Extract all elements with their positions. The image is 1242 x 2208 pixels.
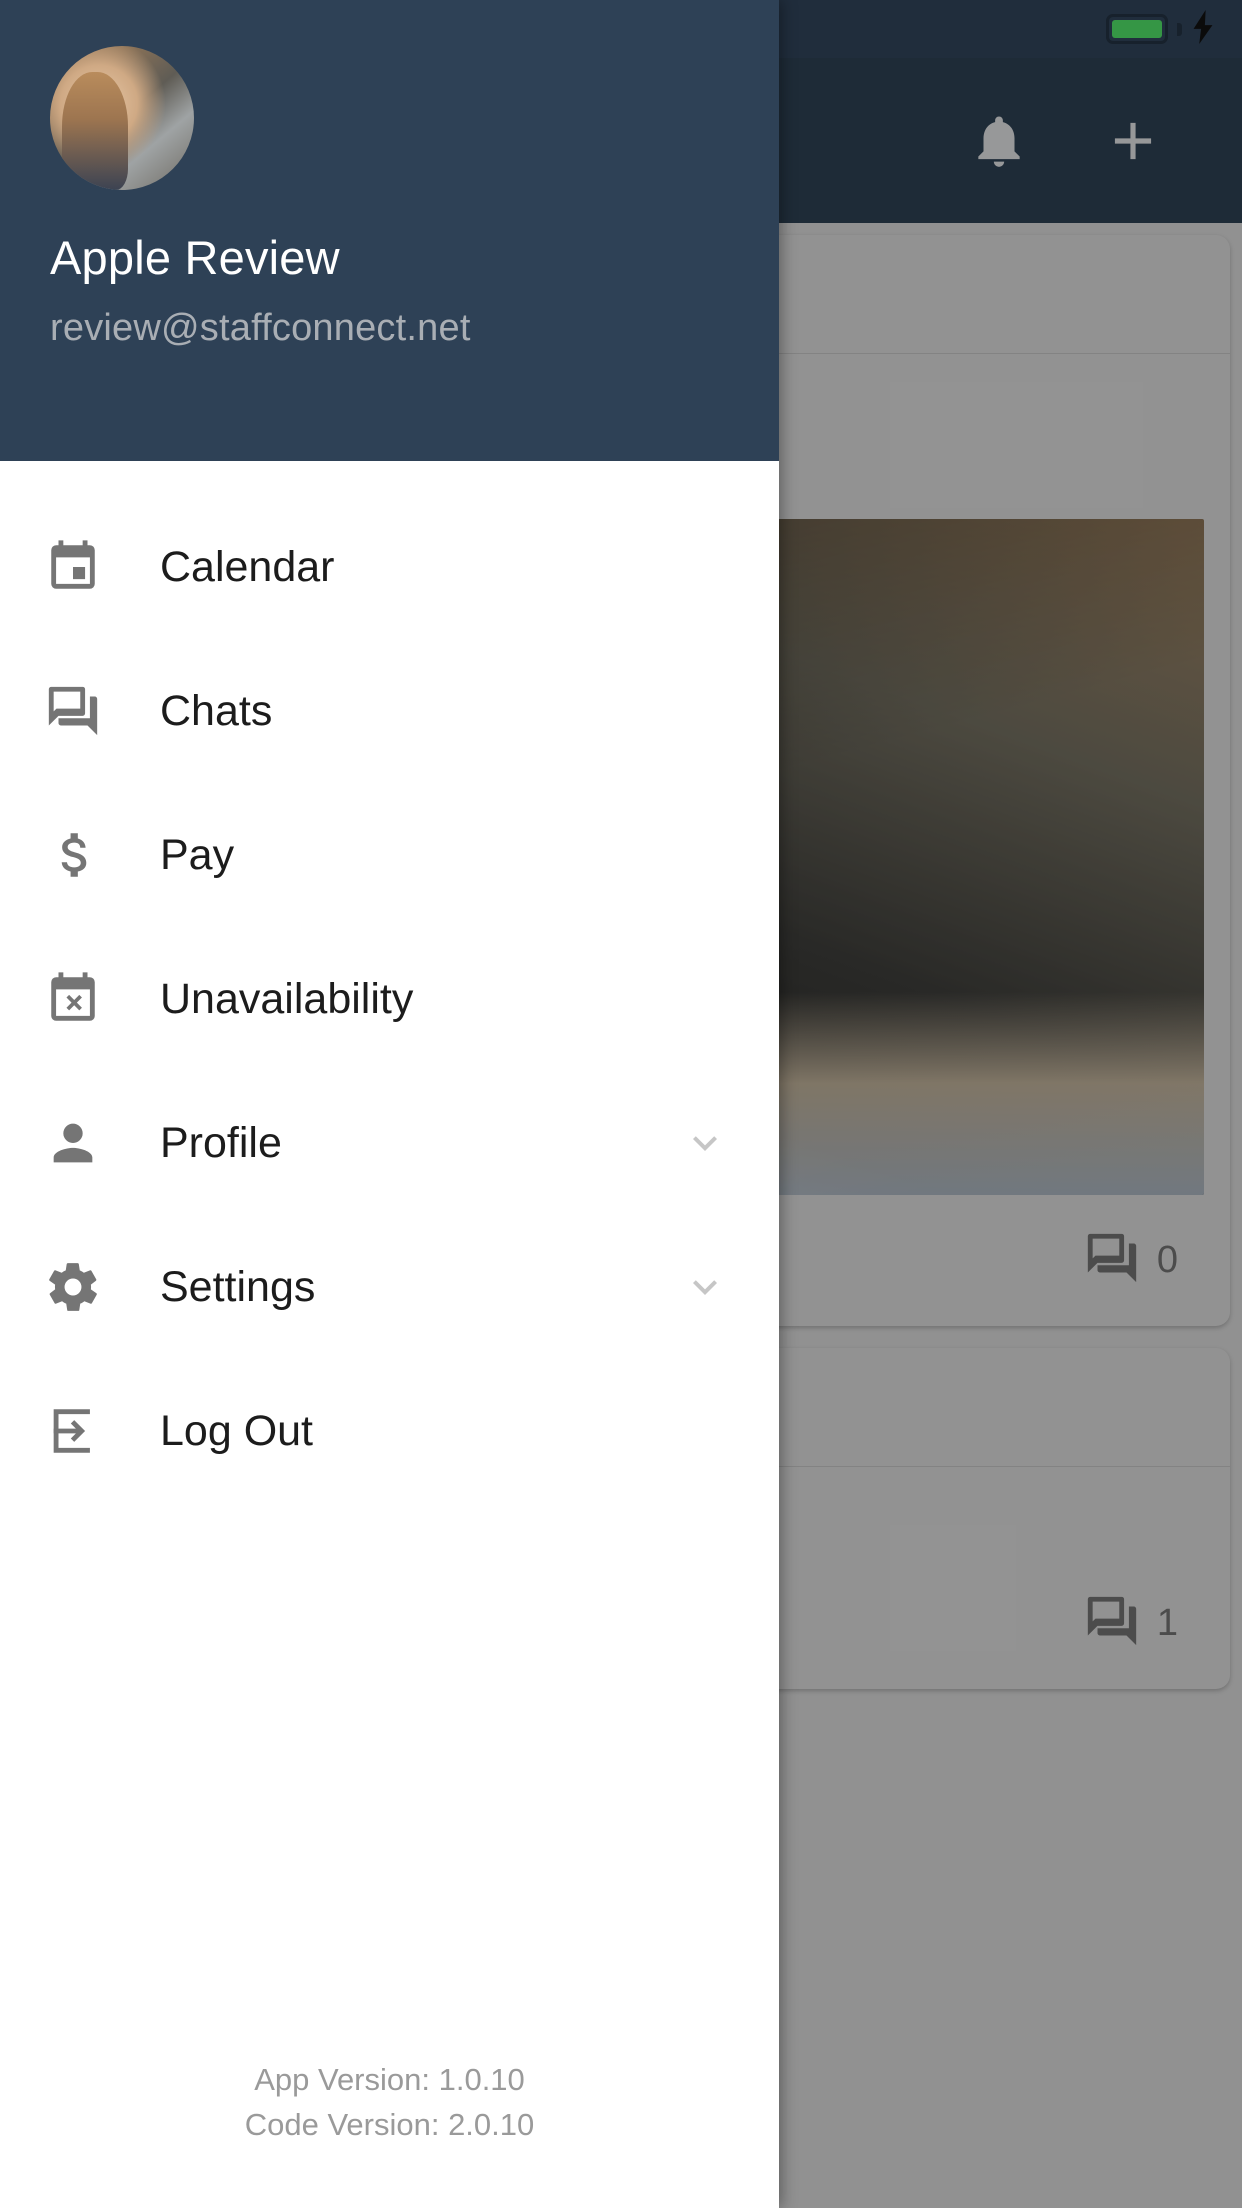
person-icon [44,1114,116,1172]
menu-item-label: Profile [160,1118,282,1167]
dollar-sign-icon [44,826,116,884]
logout-arrow-icon [44,1402,116,1460]
menu-item-label: Settings [160,1262,316,1311]
menu-item-chats[interactable]: Chats [0,639,779,783]
drawer-menu[interactable]: Calendar Chats Pay Unavailability Profil… [0,461,779,2058]
chat-bubbles-icon [44,682,116,740]
calendar-x-icon [44,970,116,1028]
navigation-drawer[interactable]: Apple Review review@staffconnect.net Cal… [0,0,779,2208]
code-version-label: Code Version: 2.0.10 [244,2107,535,2143]
chevron-down-icon[interactable] [681,1119,729,1167]
menu-item-pay[interactable]: Pay [0,783,779,927]
menu-item-label: Chats [160,686,273,735]
menu-item-label: Calendar [160,542,335,591]
calendar-icon [44,538,116,596]
menu-item-profile[interactable]: Profile [0,1071,779,1215]
menu-item-log-out[interactable]: Log Out [0,1359,779,1503]
menu-item-unavailability[interactable]: Unavailability [0,927,779,1071]
menu-item-settings[interactable]: Settings [0,1215,779,1359]
gear-icon [44,1258,116,1316]
drawer-footer: App Version: 1.0.10 Code Version: 2.0.10 [0,2058,779,2208]
user-email: review@staffconnect.net [50,307,471,349]
menu-item-label: Log Out [160,1406,313,1455]
drawer-header: Apple Review review@staffconnect.net [0,0,779,461]
menu-item-label: Unavailability [160,974,414,1023]
avatar[interactable] [50,46,194,190]
chevron-down-icon[interactable] [681,1263,729,1311]
menu-item-calendar[interactable]: Calendar [0,495,779,639]
user-name: Apple Review [50,231,340,284]
menu-item-label: Pay [160,830,235,879]
app-version-label: App Version: 1.0.10 [254,2062,525,2098]
